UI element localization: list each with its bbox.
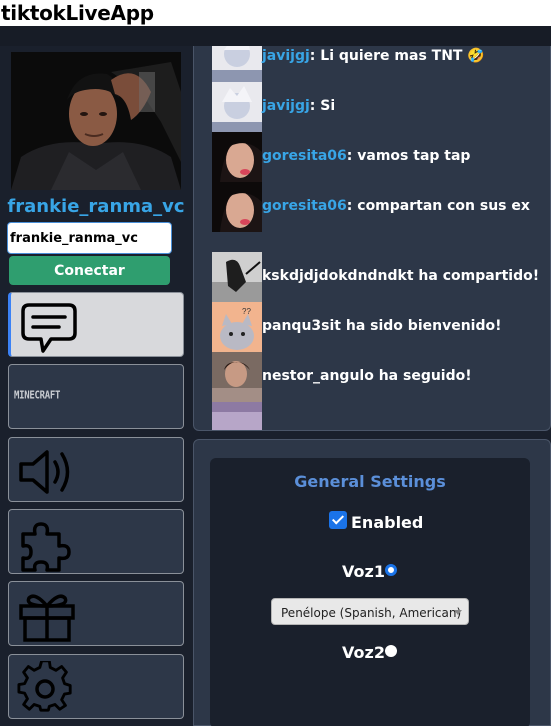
gear-icon (17, 661, 72, 712)
voice-select-value: Penélope (Spanish, American) (281, 606, 462, 620)
chat-username: goresita06 (262, 198, 347, 214)
voz1-radio[interactable] (385, 564, 397, 576)
nav-minecraft-button[interactable]: MINECRAFT (8, 364, 184, 429)
nav-gifts-button[interactable] (8, 581, 184, 646)
general-settings-card: General Settings Enabled Voz1 Penélope (… (210, 458, 530, 726)
chat-line: nestor_angulo ha seguido! (262, 368, 472, 384)
profile-avatar (11, 52, 181, 190)
chat-line: goresita06: vamos tap tap (262, 148, 470, 164)
nav-chat-button[interactable] (8, 292, 184, 357)
user-avatar (212, 352, 262, 402)
nav-plugins-button[interactable] (8, 509, 184, 574)
chat-message: nestor_angulo ha seguido! (212, 352, 550, 402)
svg-text:??: ?? (242, 307, 251, 316)
chat-line: panqu3sit ha sido bienvenido! (262, 318, 502, 334)
chat-line: goresita06: compartan con sus ex (262, 198, 530, 214)
minecraft-logo: MINECRAFT (14, 390, 61, 402)
nav-sound-button[interactable] (8, 437, 184, 502)
voz2-radio[interactable] (385, 645, 397, 657)
chat-message: goresita06: compartan con sus ex (212, 182, 550, 232)
gift-icon (19, 594, 75, 642)
chat-line: kskdjdjdokdndndkt ha compartido! (262, 268, 540, 284)
enabled-checkbox[interactable] (329, 511, 347, 529)
connect-button[interactable]: Conectar (9, 256, 170, 285)
username-input[interactable] (7, 222, 172, 254)
chat-line: javijgj: Li quiere mas TNT 🤣 (262, 48, 485, 64)
nav-settings-button[interactable] (8, 654, 184, 719)
chat-message: javijgj: Li quiere mas TNT 🤣 (212, 46, 550, 82)
top-strip (0, 26, 551, 46)
chat-message-text: : Li quiere mas TNT 🤣 (309, 48, 485, 64)
settings-title: General Settings (294, 472, 446, 491)
user-avatar (212, 82, 262, 132)
user-avatar (212, 182, 262, 232)
chat-message: javijgj: Si (212, 82, 550, 132)
chat-username: javijgj (262, 98, 310, 114)
chat-username: javijgj (262, 48, 310, 64)
voz1-label: Voz1 (342, 562, 385, 581)
chat-message-text: : compartan con sus ex (346, 198, 530, 214)
chat-line: javijgj: Si (262, 98, 335, 114)
user-avatar (212, 132, 262, 182)
chat-username: goresita06 (262, 148, 347, 164)
user-avatar (212, 252, 262, 302)
user-avatar: ?? (212, 302, 262, 352)
chat-message-text: : Si (309, 98, 336, 114)
title-bar: tiktokLiveApp (0, 0, 551, 26)
sidebar: frankie_ranma_vc Conectar MINECRAFT (0, 46, 190, 726)
chat-bubble-icon (21, 303, 77, 353)
app-title: tiktokLiveApp (1, 1, 154, 25)
settings-panel: General Settings Enabled Voz1 Penélope (… (193, 439, 551, 726)
enabled-label: Enabled (351, 513, 424, 532)
chat-message: goresita06: vamos tap tap (212, 132, 550, 182)
username-label: frankie_ranma_vc (7, 196, 185, 217)
user-avatar (212, 402, 262, 430)
chat-message: ?? panqu3sit ha sido bienvenido! (212, 302, 550, 352)
chat-panel[interactable]: javijgj: Li quiere mas TNT 🤣 javijgj: Si… (193, 46, 551, 431)
speaker-icon (19, 450, 70, 494)
chat-message-text: : vamos tap tap (346, 148, 471, 164)
chat-message (212, 402, 550, 430)
voice-select[interactable]: Penélope (Spanish, American) (271, 598, 469, 625)
chat-message: kskdjdjdokdndndkt ha compartido! (212, 252, 550, 302)
voz2-label: Voz2 (342, 643, 385, 662)
puzzle-icon (21, 522, 71, 572)
user-avatar (212, 46, 262, 82)
chevron-down-icon (454, 610, 462, 615)
